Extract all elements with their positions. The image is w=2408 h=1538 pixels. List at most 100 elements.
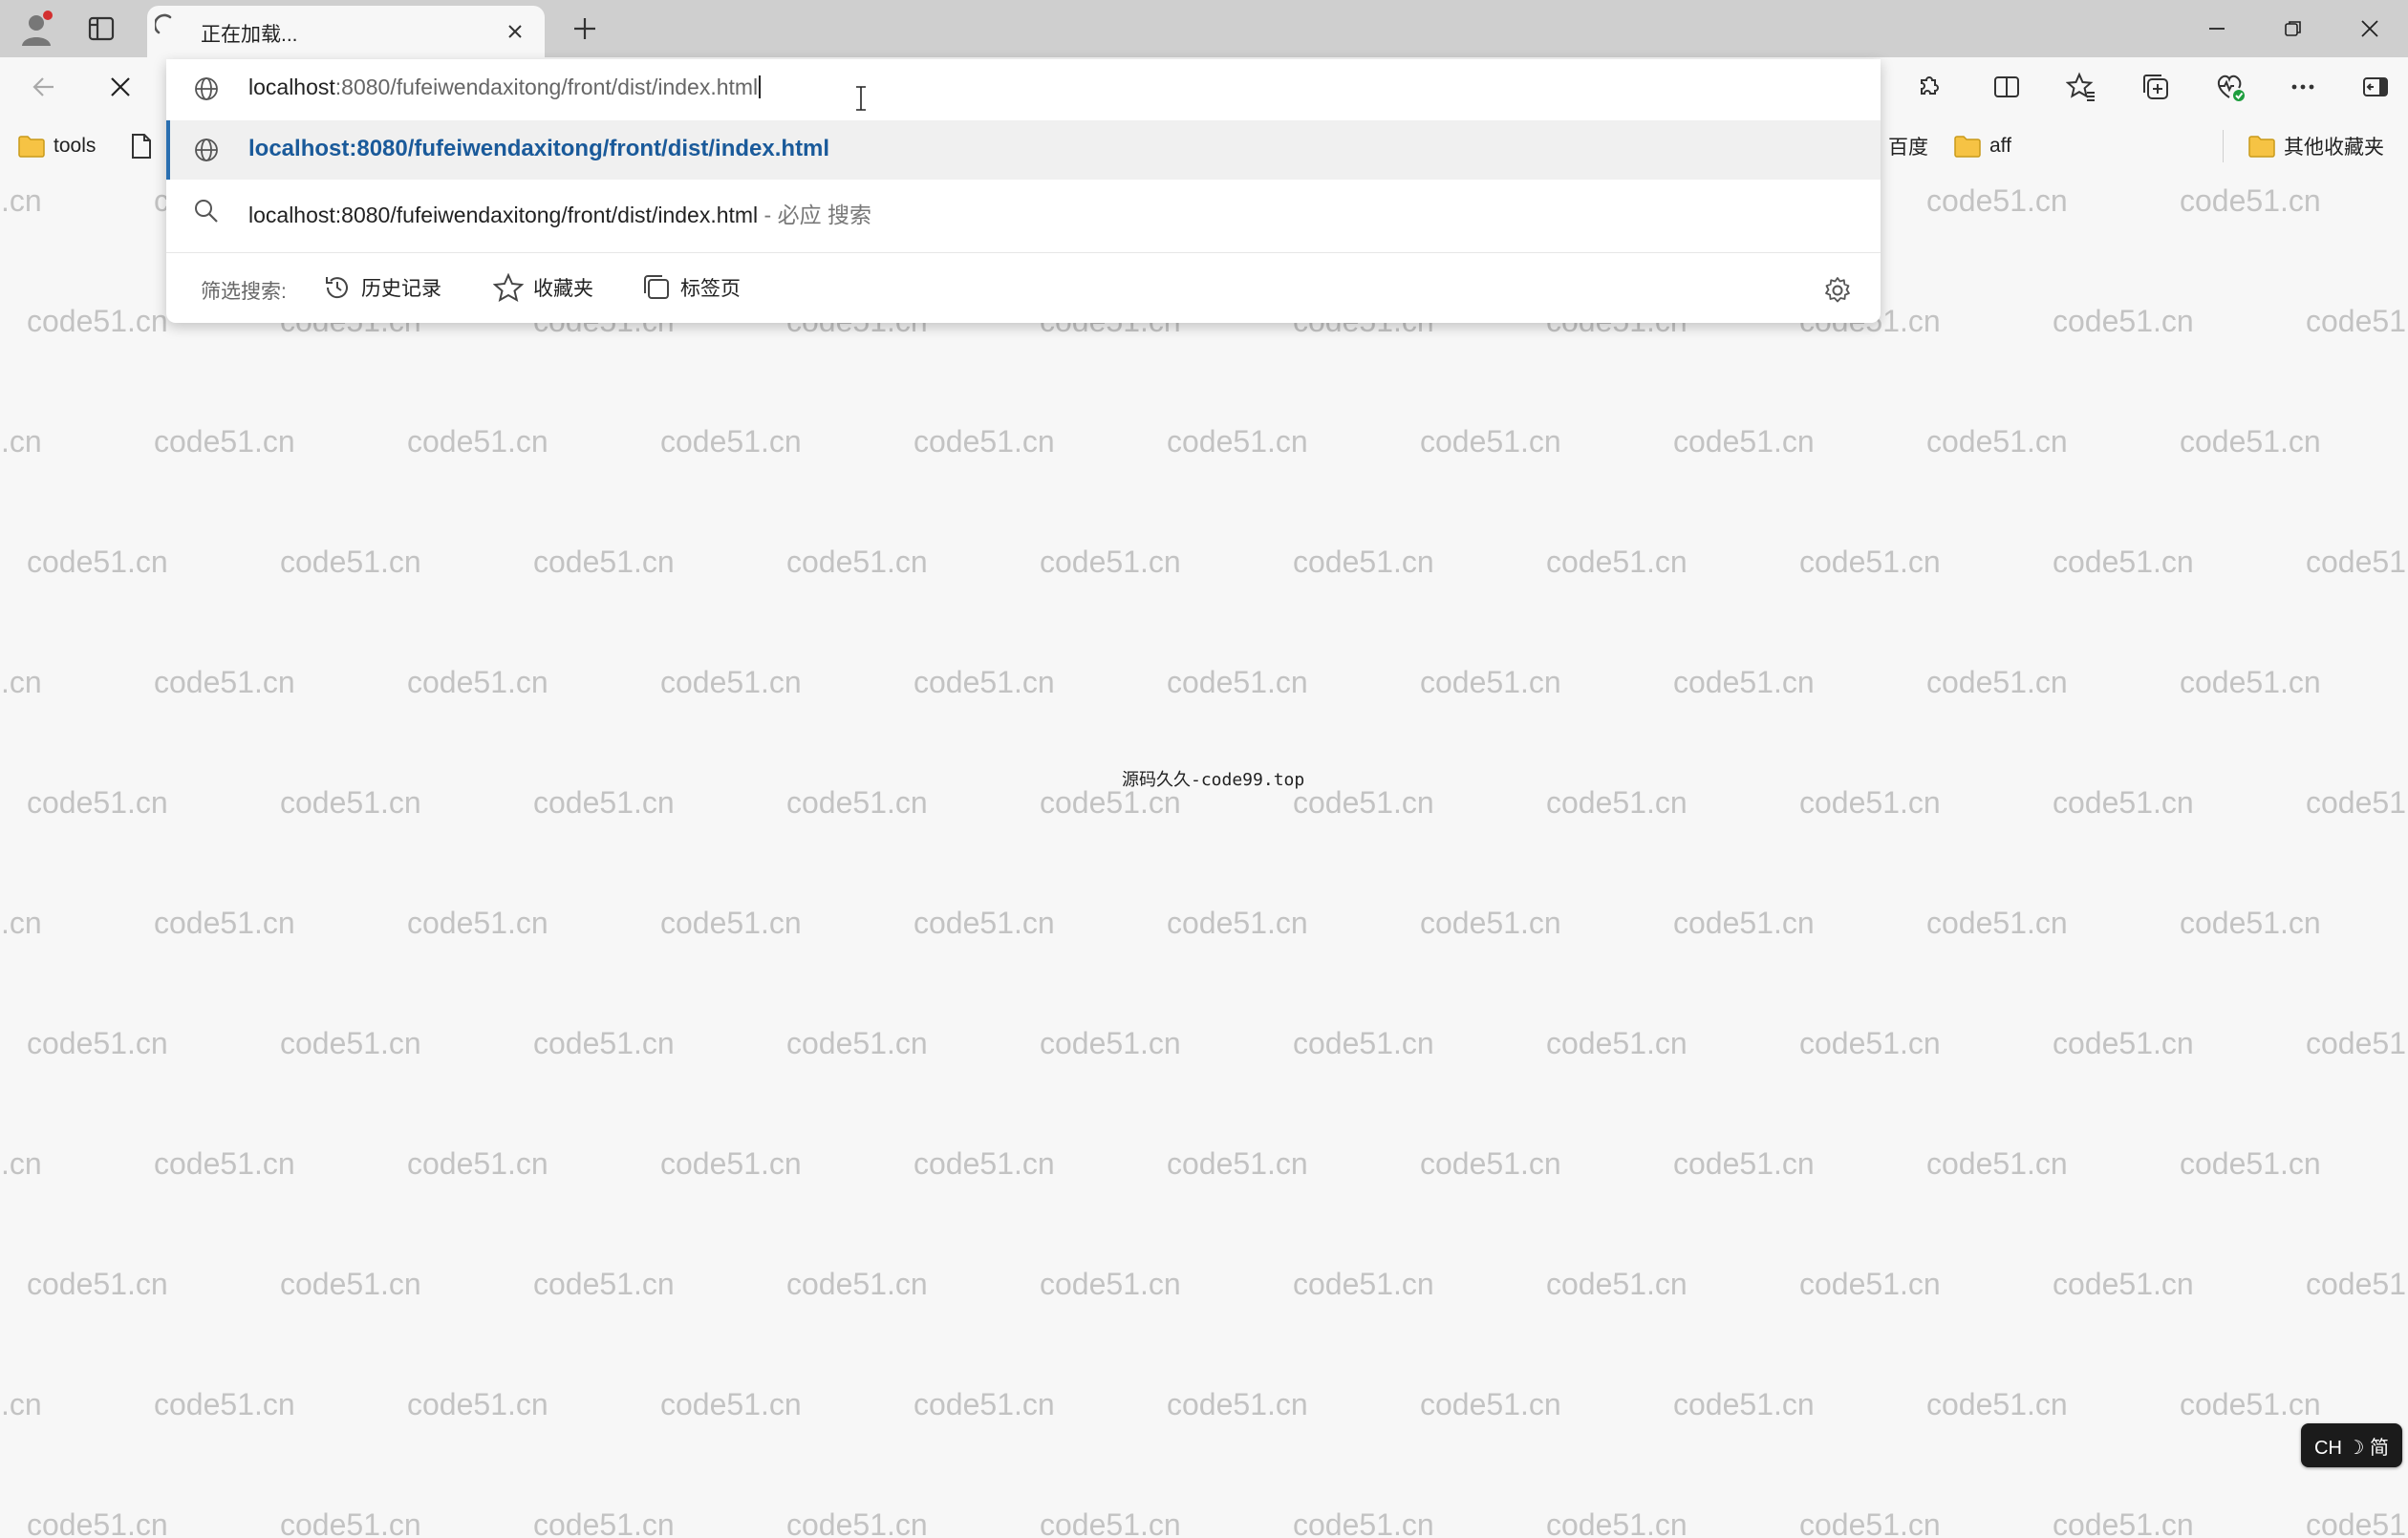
watermark-text: code51.cn [1673, 1387, 1815, 1421]
collections-icon[interactable] [2129, 57, 2182, 117]
address-bar-dropdown: localhost:8080/fufeiwendaxitong/front/di… [166, 59, 1881, 323]
filter-label: 筛选搜索: [201, 281, 287, 303]
back-icon[interactable] [17, 57, 71, 117]
watermark-text: code51.cn [1293, 545, 1434, 579]
sidebar-toggle-icon[interactable] [2349, 57, 2402, 117]
watermark-text: code51.cn [533, 1507, 675, 1538]
watermark-text: code51.cn [2180, 1387, 2321, 1421]
watermark-text: code51.cn [660, 1146, 802, 1181]
split-screen-icon[interactable] [1980, 57, 2033, 117]
watermark-text: code51.cn [154, 906, 295, 940]
watermark-text: code51.cn [280, 1267, 421, 1301]
watermark-text: code51.cn [2306, 1507, 2408, 1538]
bookmark-baidu[interactable]: 百度 [1888, 130, 1928, 162]
page-content: code51.cn code51.cn code51.cn code51.cn code… [0, 176, 2408, 1538]
watermark-text: code51.cn [407, 424, 548, 459]
bookmark-label: 百度 [1888, 137, 1928, 159]
new-tab-button[interactable] [558, 6, 612, 52]
watermark-text: code51.cn [0, 1387, 42, 1421]
watermark-text: code51.cn [2306, 785, 2408, 820]
watermark-text: code51.cn [1799, 1026, 1941, 1060]
watermark-text: code51.cn [27, 304, 168, 338]
loading-spinner-icon [155, 13, 180, 38]
extensions-icon[interactable] [1902, 57, 1955, 117]
watermark-text: code51.cn [786, 1267, 928, 1301]
filter-history-button[interactable]: 历史记录 [323, 268, 441, 307]
watermark-text: code51.cn [2180, 183, 2321, 218]
watermark-text: code51.cn [660, 1387, 802, 1421]
watermark-text: code51.cn [914, 1146, 1055, 1181]
watermark-text: code51.cn [1167, 424, 1308, 459]
watermark-text: code51.cn [2180, 665, 2321, 699]
watermark-text: code51.cn [27, 1026, 168, 1060]
tab-title: 正在加载... [201, 24, 298, 46]
tab-close-icon[interactable] [501, 17, 529, 46]
watermark-text: code51.cn [2180, 1146, 2321, 1181]
watermark-text: code51.cn [1926, 906, 2068, 940]
watermark-text: code51.cn [1040, 545, 1181, 579]
watermark-text: code51.cn [1799, 545, 1941, 579]
watermark-text: code51.cn [0, 183, 42, 218]
watermark-text: code51.cn [533, 1267, 675, 1301]
browser-essentials-icon[interactable] [2204, 57, 2257, 117]
watermark-text: code51.cn [0, 424, 42, 459]
watermark-text: code51.cn [533, 545, 675, 579]
bookmark-page[interactable] [130, 130, 153, 162]
page-icon [132, 134, 151, 159]
title-bar: 正在加载... [0, 0, 2408, 57]
watermark-text: code51.cn [1040, 1507, 1181, 1538]
suggestion-search[interactable]: localhost:8080/fufeiwendaxitong/front/di… [166, 182, 1881, 241]
close-window-button[interactable] [2332, 0, 2408, 57]
watermark-text: code51.cn [1926, 424, 2068, 459]
globe-icon [193, 75, 220, 102]
watermark-text: code51.cn [0, 906, 42, 940]
filter-favorites-button[interactable]: 收藏夹 [493, 268, 593, 307]
watermark-text: code51.cn [2053, 785, 2194, 820]
watermark-text: code51.cn [533, 785, 675, 820]
suggestion-url[interactable]: localhost:8080/fufeiwendaxitong/front/di… [166, 120, 1881, 180]
ime-indicator[interactable]: CH ☽ 简 [2301, 1423, 2402, 1467]
watermark-text: code51.cn [1293, 785, 1434, 820]
watermark-text: code51.cn [407, 1146, 548, 1181]
watermark-text: code51.cn [1420, 906, 1561, 940]
favorites-icon[interactable] [2054, 57, 2108, 117]
watermark-text: code51.cn [1673, 665, 1815, 699]
watermark-text: code51.cn [786, 545, 928, 579]
filter-tabs-button[interactable]: 标签页 [642, 268, 741, 307]
watermark-text: code51.cn [2306, 304, 2408, 338]
watermark-text: code51.cn [660, 906, 802, 940]
gear-icon[interactable] [1823, 276, 1852, 305]
watermark-text: code51.cn [660, 424, 802, 459]
watermark-text: code51.cn [1167, 1387, 1308, 1421]
bookmark-folder-other[interactable]: 其他收藏夹 [2247, 130, 2384, 162]
active-tab[interactable]: 正在加载... [147, 6, 545, 57]
address-input-value[interactable]: localhost:8080/fufeiwendaxitong/front/di… [248, 75, 762, 100]
bookmark-folder-aff[interactable]: aff [1953, 130, 2011, 162]
watermark-text: code51.cn [154, 1146, 295, 1181]
watermark-text: code51.cn [786, 1507, 928, 1538]
watermark-text: code51.cn [914, 1387, 1055, 1421]
watermark-text: code51.cn [0, 1146, 42, 1181]
watermark-text: code51.cn [1420, 1387, 1561, 1421]
profile-avatar-icon[interactable] [6, 0, 67, 57]
more-options-icon[interactable] [2276, 57, 2330, 117]
watermark-text: code51.cn [27, 1507, 168, 1538]
watermark-text: code51.cn [1293, 1507, 1434, 1538]
restore-button[interactable] [2255, 0, 2332, 57]
stop-loading-icon[interactable] [94, 57, 147, 117]
watermark-text: code51.cn [1546, 1267, 1688, 1301]
watermark-text: code51.cn [154, 424, 295, 459]
watermark-text: code51.cn [1040, 1026, 1181, 1060]
minimize-button[interactable] [2179, 0, 2255, 57]
watermark-text: code51.cn [2180, 424, 2321, 459]
watermark-text: code51.cn [280, 545, 421, 579]
bookmark-folder-tools[interactable]: tools [17, 130, 96, 162]
watermark-text: code51.cn [27, 1267, 168, 1301]
watermark-text: code51.cn [1799, 1507, 1941, 1538]
watermark-text: code51.cn [0, 665, 42, 699]
watermark-text: code51.cn [1546, 1026, 1688, 1060]
watermark-text: code51.cn [1799, 785, 1941, 820]
address-bar[interactable]: localhost:8080/fufeiwendaxitong/front/di… [166, 59, 1881, 118]
watermark-text: code51.cn [1926, 665, 2068, 699]
vertical-tabs-icon[interactable] [71, 0, 132, 57]
